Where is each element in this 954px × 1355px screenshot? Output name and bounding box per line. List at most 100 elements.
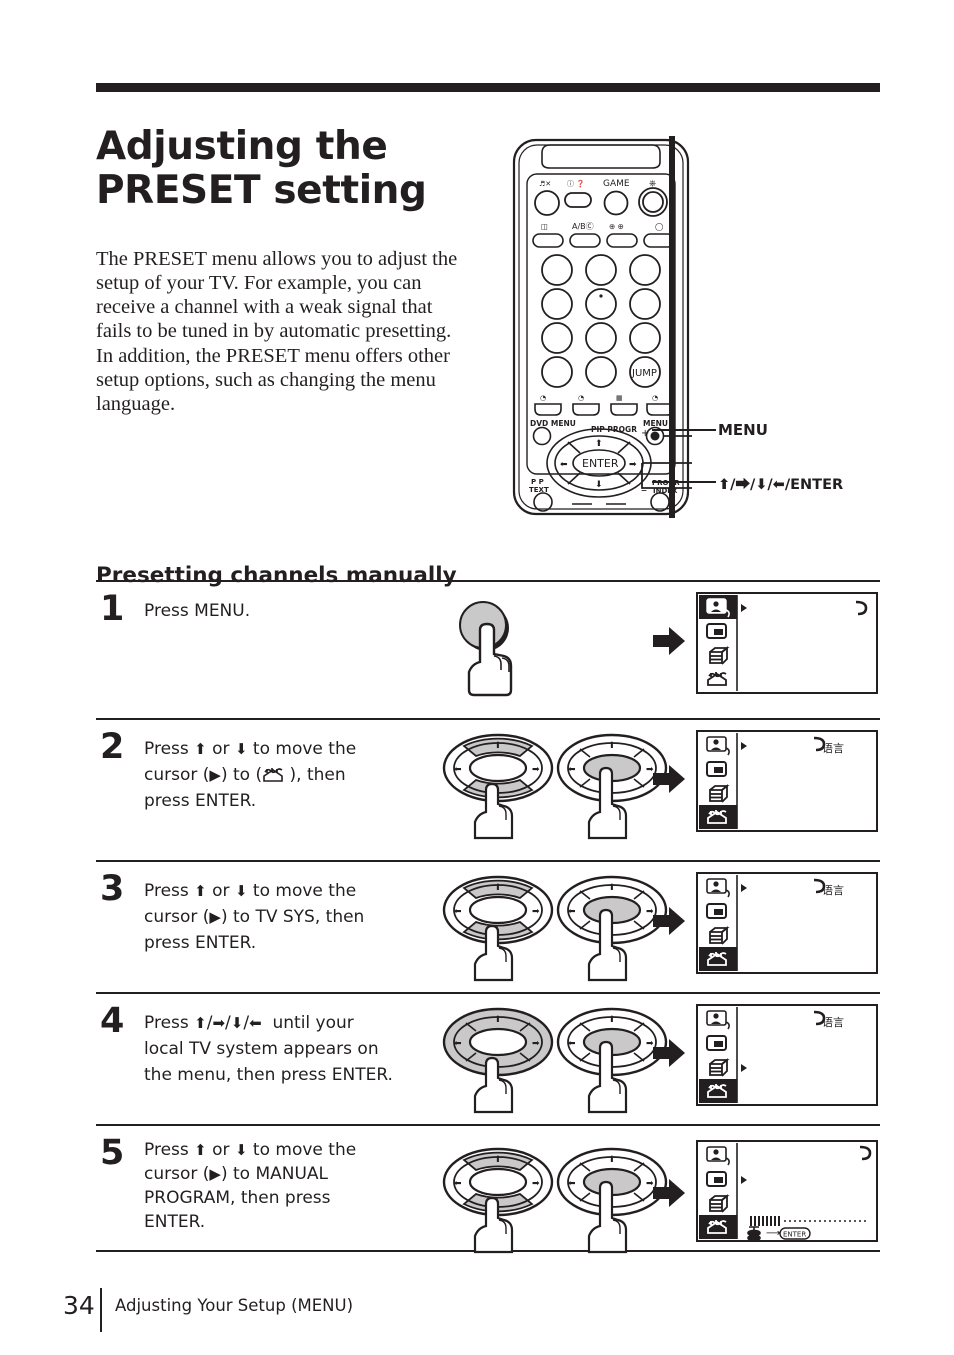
step-instruction: Press ⬆ or ⬇ to move the cursor (▶) to T… (144, 881, 365, 953)
svg-text:⬆: ⬆ (608, 741, 616, 751)
step-flow-arrow-icon (652, 1038, 686, 1068)
svg-text:◫: ◫ (541, 222, 548, 231)
page-title-line2: PRESET setting (96, 168, 427, 214)
svg-text:ⓘ ❓: ⓘ ❓ (567, 179, 585, 188)
page-title: Adjusting the PRESET setting (96, 125, 496, 213)
step-number: 1 (100, 589, 125, 629)
step-number: 4 (100, 1001, 125, 1041)
intro-paragraph: The PRESET menu allows you to adjust the… (96, 247, 458, 416)
step-instruction: Press ⬆/➡/⬇/⬅ until your local TV system… (144, 1013, 393, 1085)
step-flow-arrow-icon (652, 626, 686, 656)
svg-text:➡: ➡ (532, 1039, 540, 1049)
preset-menu-icon (262, 765, 284, 782)
svg-text:⬅: ⬅ (454, 907, 462, 917)
callout-leader-menu (652, 429, 716, 431)
tv-screen-label: 语言 (822, 742, 844, 755)
step-tv-screen: 语言 (696, 872, 878, 974)
cursor-right-icon: ▶ (209, 1165, 221, 1183)
svg-text:⬅: ⬅ (568, 1179, 576, 1189)
step-illustration-dpad-updown: ⬆ ⬇ ⬅ ➡ ⬆ ⬇ ⬅ (436, 1144, 676, 1254)
svg-text:⟶: ⟶ (766, 1228, 780, 1239)
remote-label-game: GAME (603, 179, 630, 189)
step-illustration-button-press (436, 592, 676, 702)
arrow-left-icon: ⬅ (249, 1014, 262, 1032)
step-row: 4 Press ⬆/➡/⬇/⬅ until your local TV syst… (96, 992, 880, 1124)
step-flow-arrow-icon (652, 764, 686, 794)
svg-text:⬆: ⬆ (608, 883, 616, 893)
step-illustration-dpad-updown: ⬆ ⬇ ⬅ ➡ ⬆ ⬇ ⬅ (436, 872, 676, 982)
step-number: 2 (100, 727, 125, 767)
step-flow-arrow-icon (652, 1178, 686, 1208)
arrow-down-icon: ⬇ (234, 1141, 248, 1159)
step-number: 5 (100, 1133, 125, 1173)
step-row: 5 Press ⬆ or ⬇ to move the cursor (▶) to… (96, 1124, 880, 1254)
remote-label-pip-1: P P (531, 478, 544, 486)
step-instruction: Press MENU. (144, 601, 251, 621)
svg-text:➡: ➡ (629, 460, 637, 470)
arrow-up-icon: ⬆ (194, 882, 207, 900)
svg-text:▦: ▦ (616, 394, 623, 402)
tv-enter-badge: ENTER (779, 1227, 811, 1240)
footer-divider (100, 1288, 102, 1332)
arrow-up-icon: ⬆ (194, 1014, 207, 1032)
svg-text:⬆: ⬆ (608, 1155, 616, 1165)
step-row: 3 Press ⬆ or ⬇ to move the cursor (▶) to… (96, 860, 880, 992)
svg-text:⬆: ⬆ (595, 439, 603, 449)
arrow-right-icon: ➡ (212, 1014, 226, 1032)
svg-text:⊕ ⊕: ⊕ ⊕ (609, 222, 624, 231)
svg-text:+: + (641, 428, 649, 439)
remote-control-illustration: ♬✕ ⓘ ❓ GAME ⎈ ◫ A/BⒸ ⊕ ⊕ ◯ JUMP ◔ ◔ ▦ ◔ (510, 136, 692, 518)
svg-text:⬆: ⬆ (494, 1155, 502, 1165)
remote-label-jump: JUMP (631, 368, 657, 379)
arrow-down-icon: ⬇ (234, 740, 248, 758)
svg-text:⬅: ⬅ (454, 1039, 462, 1049)
svg-text:⬆: ⬆ (608, 1015, 616, 1025)
svg-text:➡: ➡ (532, 907, 540, 917)
svg-text:⬅: ⬅ (454, 1179, 462, 1189)
svg-text:⬅: ⬅ (454, 765, 462, 775)
step-instruction: Press ⬆ or ⬇ to move the cursor (▶) to (… (144, 739, 357, 811)
step-illustration-dpad-updown: ⬆ ⬇ ⬅ ➡ ⬆ ⬇ ⬅ (436, 730, 676, 840)
tv-screen-label: 语言 (822, 884, 844, 897)
step-tv-screen: ⟶ ENTER (696, 1140, 878, 1242)
svg-text:♬✕: ♬✕ (539, 180, 551, 188)
step-instruction: Press ⬆ or ⬇ to move the cursor (▶) to M… (144, 1140, 357, 1232)
remote-label-dvd-menu: DVD MENU (530, 419, 576, 428)
remote-divider-bar (669, 136, 675, 518)
page-number: 34 (63, 1291, 95, 1320)
svg-text:⬅: ⬅ (560, 460, 568, 470)
callout-menu-label: MENU (718, 421, 768, 439)
arrow-down-icon: ⬇ (234, 882, 248, 900)
svg-text:◔: ◔ (578, 394, 584, 402)
step-tv-screen: 语言 (696, 730, 878, 832)
svg-text:⬇: ⬇ (595, 480, 603, 490)
arrow-up-icon: ⬆ (194, 1141, 207, 1159)
remote-label-enter: ENTER (582, 457, 619, 470)
svg-text:⬅: ⬅ (568, 765, 576, 775)
svg-text:◔: ◔ (540, 394, 546, 402)
footer-section-name: Adjusting Your Setup (MENU) (115, 1296, 354, 1315)
tv-enter-label: ENTER (783, 1231, 806, 1239)
svg-text:◔: ◔ (652, 394, 658, 402)
step-tv-screen (696, 592, 878, 694)
svg-text:⬅: ⬅ (568, 907, 576, 917)
svg-text:⬅: ⬅ (568, 1039, 576, 1049)
arrow-down-icon: ⬇ (230, 1014, 244, 1032)
cursor-right-icon: ▶ (209, 908, 221, 926)
svg-text:◯: ◯ (655, 222, 663, 231)
callout-enter-label: ⬆/⮕/⬇/⬅/ENTER (718, 477, 844, 493)
callout-leader-enter (652, 481, 716, 483)
cursor-right-icon: ▶ (209, 766, 221, 784)
page-title-line1: Adjusting the (96, 124, 388, 170)
step-flow-arrow-icon (652, 906, 686, 936)
svg-text:➡: ➡ (532, 765, 540, 775)
step-row: 1 Press MENU. (96, 580, 880, 718)
svg-text:⬆: ⬆ (494, 883, 502, 893)
step-number: 3 (100, 869, 125, 909)
svg-text:⬆: ⬆ (494, 1015, 502, 1025)
arrow-up-icon: ⬆ (194, 740, 207, 758)
steps-table: 1 Press MENU. 2 Press ⬆ or ⬇ to move the… (96, 580, 880, 1254)
svg-text:⬆: ⬆ (494, 741, 502, 751)
header-rule (96, 83, 880, 92)
svg-text:➡: ➡ (532, 1179, 540, 1189)
